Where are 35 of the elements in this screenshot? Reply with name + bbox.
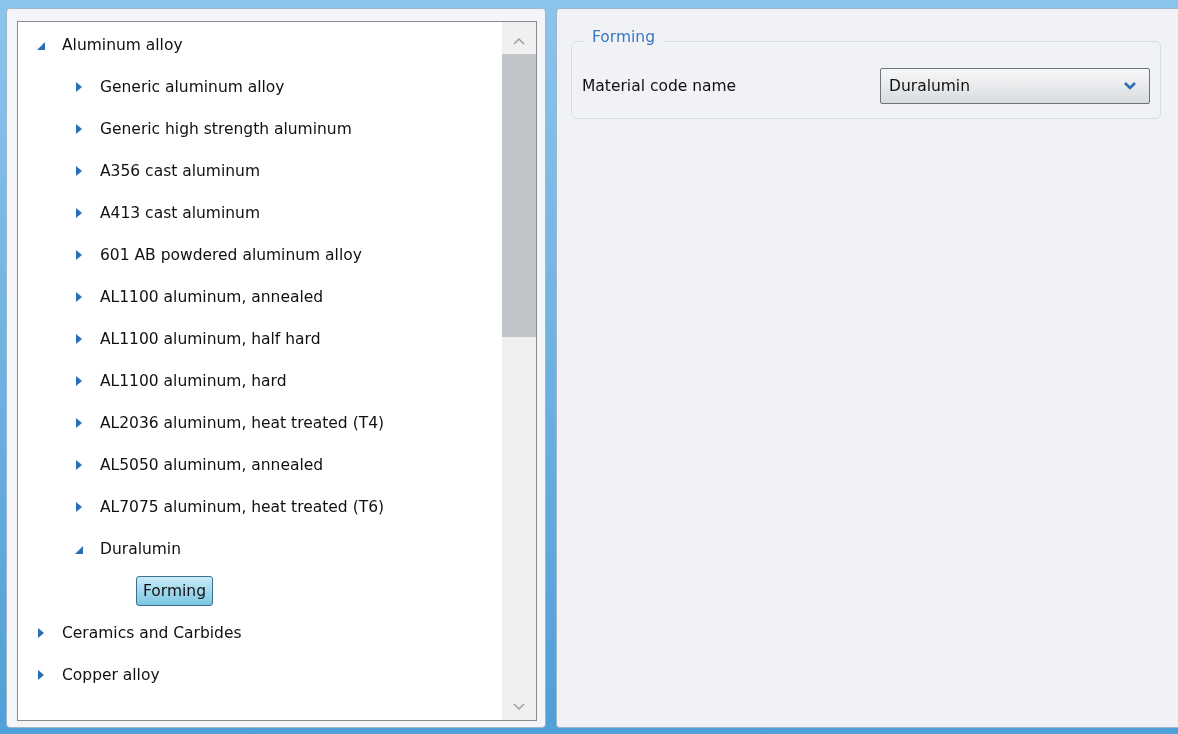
collapsed-triangle-icon[interactable] — [74, 207, 84, 219]
tree-item[interactable]: Forming — [136, 576, 213, 606]
tree-item[interactable]: AL1100 aluminum, annealed — [100, 288, 324, 306]
tree-item[interactable]: AL1100 aluminum, half hard — [100, 330, 321, 348]
tree-item[interactable]: AL1100 aluminum, hard — [100, 372, 287, 390]
collapsed-triangle-icon[interactable] — [74, 165, 84, 177]
collapsed-triangle-icon[interactable] — [74, 501, 84, 513]
tree-item[interactable]: A356 cast aluminum — [100, 162, 260, 180]
scrollbar[interactable] — [502, 22, 536, 720]
collapsed-triangle-icon[interactable] — [74, 375, 84, 387]
group-title: Forming — [584, 28, 663, 46]
tree-item[interactable]: Aluminum alloy — [62, 36, 183, 54]
tree-item[interactable]: AL5050 aluminum, annealed — [100, 456, 324, 474]
tree-item[interactable]: AL7075 aluminum, heat treated (T6) — [100, 498, 385, 516]
scroll-thumb[interactable] — [502, 54, 536, 337]
material-dropdown[interactable]: Duralumin — [880, 68, 1150, 104]
tree-item[interactable]: Ceramics and Carbides — [62, 624, 242, 642]
field-label: Material code name — [582, 77, 737, 95]
collapsed-triangle-icon[interactable] — [74, 249, 84, 261]
collapsed-triangle-icon[interactable] — [74, 81, 84, 93]
collapsed-triangle-icon[interactable] — [36, 627, 46, 639]
tree-item[interactable]: 601 AB powdered aluminum alloy — [100, 246, 362, 264]
collapsed-triangle-icon[interactable] — [74, 291, 84, 303]
collapsed-triangle-icon[interactable] — [74, 459, 84, 471]
tree-item[interactable]: Copper alloy — [62, 666, 160, 684]
collapsed-triangle-icon[interactable] — [74, 123, 84, 135]
chevron-down-icon — [1123, 81, 1137, 91]
tree-item[interactable]: A413 cast aluminum — [100, 204, 260, 222]
collapsed-triangle-icon[interactable] — [74, 417, 84, 429]
tree-item[interactable]: Generic aluminum alloy — [100, 78, 285, 96]
tree-item[interactable]: AL2036 aluminum, heat treated (T4) — [100, 414, 385, 432]
tree-item[interactable]: Generic high strength aluminum — [100, 120, 352, 138]
collapsed-triangle-icon[interactable] — [36, 669, 46, 681]
tree-item[interactable]: Duralumin — [100, 540, 181, 558]
collapsed-triangle-icon[interactable] — [74, 333, 84, 345]
